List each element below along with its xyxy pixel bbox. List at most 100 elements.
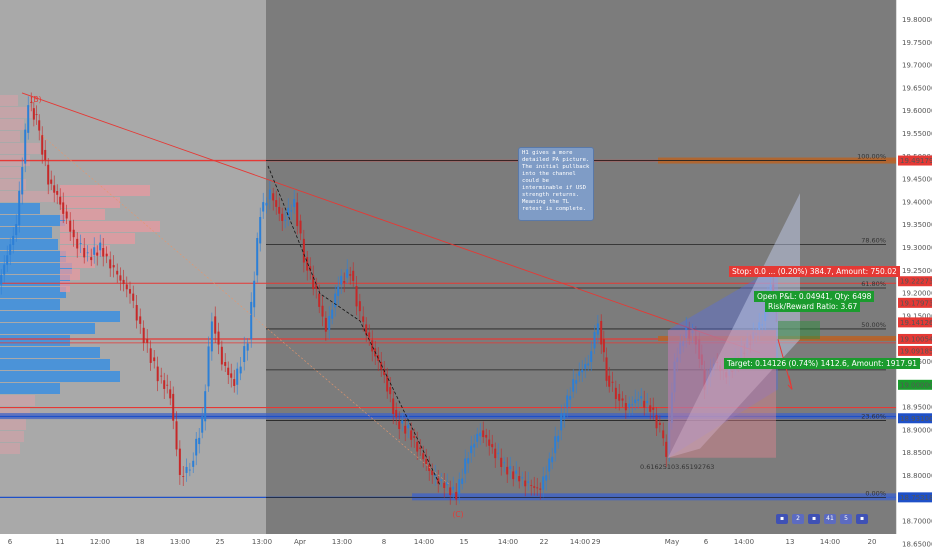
x-tick-label: 22 xyxy=(540,538,549,546)
bottom-indicator-icons[interactable]: ▪ 2 ▪ 41 5 ▪ xyxy=(776,514,868,524)
candle-body xyxy=(272,193,275,201)
reward-zone xyxy=(778,320,820,340)
candle-body xyxy=(93,247,96,255)
candle-body xyxy=(6,255,9,265)
candle-body xyxy=(634,399,637,404)
candle-body xyxy=(352,270,355,281)
candle-body xyxy=(44,149,47,160)
x-tick-label: 13:00 xyxy=(170,538,190,546)
candle-body xyxy=(302,238,305,263)
candle-body xyxy=(506,466,509,475)
candle-body xyxy=(536,487,539,489)
candle-body xyxy=(548,458,551,472)
x-tick-label: 14:00 xyxy=(734,538,754,546)
candle-body xyxy=(99,242,102,251)
y-tick-label: 19.35000 xyxy=(902,221,932,229)
candle-body xyxy=(47,164,50,185)
y-tick-label: 19.55000 xyxy=(902,130,932,138)
y-tick-label: 18.70000 xyxy=(902,518,932,526)
candle-body xyxy=(116,270,119,275)
candle-body xyxy=(618,393,621,401)
candle-body xyxy=(355,286,358,307)
candle-body xyxy=(503,462,506,464)
candle-body xyxy=(449,487,452,496)
volume-bar xyxy=(0,275,70,286)
candle-body xyxy=(331,309,334,319)
price-tag-label: 19.17973 xyxy=(900,299,932,307)
candle-body xyxy=(50,179,53,184)
candle-body xyxy=(135,305,138,321)
candle-body xyxy=(278,206,281,214)
candle-body xyxy=(122,279,125,285)
candle-body xyxy=(169,389,172,399)
candle-body xyxy=(281,213,284,221)
candle-body xyxy=(407,424,410,429)
flag-icon-3[interactable]: ▪ xyxy=(856,514,868,524)
candle-body xyxy=(624,403,627,411)
candle-body xyxy=(268,189,271,200)
candle-body xyxy=(334,293,337,308)
candle-body xyxy=(321,305,324,317)
candle-body xyxy=(32,108,35,120)
candle-body xyxy=(163,380,166,389)
candle-body xyxy=(600,320,603,345)
candle-body xyxy=(422,453,425,460)
candle-body xyxy=(461,478,464,484)
candle-body xyxy=(149,348,152,363)
candle-body xyxy=(195,438,198,456)
stop-label: Stop: 0.0 ... (0.20%) 384.7, Amount: 750… xyxy=(729,266,900,277)
candle-body xyxy=(473,443,476,448)
candle-body xyxy=(102,248,105,257)
volume-bar-sell xyxy=(60,197,120,208)
candle-body xyxy=(665,441,668,457)
annotation-note[interactable]: H1 gives a more detailed PA picture. The… xyxy=(518,147,594,221)
candle-body xyxy=(643,400,646,408)
candle-body xyxy=(109,259,112,269)
x-tick-label: 13:00 xyxy=(252,538,272,546)
candle-body xyxy=(658,422,661,425)
candle-body xyxy=(69,220,72,232)
candle-body xyxy=(527,481,530,483)
candle-body xyxy=(15,224,18,236)
candle-body xyxy=(24,129,27,164)
candle-body xyxy=(512,471,515,480)
candle-body xyxy=(56,191,59,195)
candle-body xyxy=(554,436,557,454)
price-tag-label: 18.93100 xyxy=(900,415,932,423)
flag-icon-2[interactable]: ▪ xyxy=(808,514,820,524)
candle-body xyxy=(175,421,178,450)
flag-icon[interactable]: ▪ xyxy=(776,514,788,524)
candle-body xyxy=(284,219,287,221)
candle-body xyxy=(96,252,99,256)
candle-body xyxy=(256,238,259,276)
price-tag-label: 19.10054 xyxy=(900,335,932,343)
price-tag-label: 19.49179 xyxy=(900,157,932,165)
candle-body xyxy=(631,404,634,406)
candle-body xyxy=(593,331,596,349)
candle-body xyxy=(452,486,455,490)
candle-body xyxy=(628,403,631,408)
candle-body xyxy=(12,235,15,245)
candle-body xyxy=(224,362,227,366)
candle-body xyxy=(566,395,569,408)
candle-body xyxy=(404,425,407,434)
volume-bar xyxy=(0,227,52,238)
event-icon-3[interactable]: 5 xyxy=(840,514,852,524)
candle-body xyxy=(275,200,278,207)
candle-body xyxy=(83,248,86,258)
candle-body xyxy=(236,368,239,385)
candle-body xyxy=(72,229,75,238)
volume-bar xyxy=(0,287,66,298)
event-icon-1[interactable]: 2 xyxy=(792,514,804,524)
volume-bar xyxy=(0,299,60,310)
candle-body xyxy=(318,293,321,307)
candle-body xyxy=(337,286,340,296)
event-icon-2[interactable]: 41 xyxy=(824,514,836,524)
candle-body xyxy=(398,421,401,430)
candle-body xyxy=(358,301,361,312)
support-zone-18-75 xyxy=(412,493,896,501)
candle-body xyxy=(129,289,131,294)
candle-body xyxy=(21,167,24,195)
candle-body xyxy=(551,456,554,463)
candle-body xyxy=(662,430,665,439)
